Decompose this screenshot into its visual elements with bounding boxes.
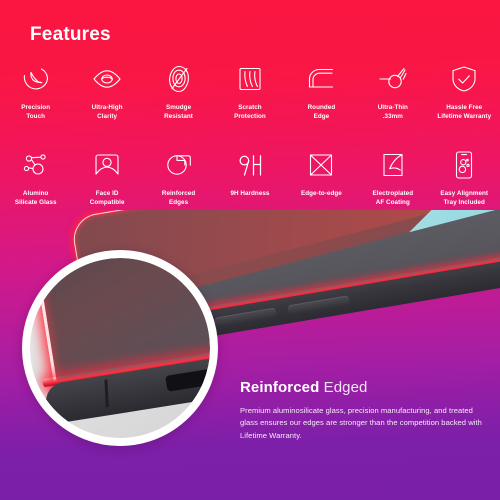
feature-item: Electroplated AF Coating bbox=[357, 148, 428, 207]
caption-title: Reinforced Edged bbox=[240, 378, 488, 397]
feature-label: Rounded Edge bbox=[307, 104, 336, 120]
feature-row-1: Precision Touch Ultra-High Clarity Smudg… bbox=[0, 62, 500, 121]
feature-item: Hassle Free Lifetime Warranty bbox=[429, 62, 500, 121]
feature-label: Reinforced Edges bbox=[161, 190, 196, 206]
feature-label: Electroplated AF Coating bbox=[372, 190, 414, 206]
feature-label: Ultra-Thin .33mm bbox=[377, 104, 408, 120]
feature-label: Scratch Protection bbox=[234, 104, 266, 120]
feature-label: Edge-to-edge bbox=[300, 190, 342, 197]
feature-label: Precision Touch bbox=[21, 104, 51, 120]
feature-label: Alumino Silicate Glass bbox=[14, 190, 57, 206]
caption-block: Reinforced Edged Premium aluminosilicate… bbox=[240, 378, 488, 442]
feature-item: 9H Hardness bbox=[214, 148, 285, 207]
edge-to-edge-icon bbox=[304, 148, 338, 182]
caption-body: Premium aluminosilicate glass, precision… bbox=[240, 406, 482, 440]
feature-row-2: Alumino Silicate Glass Face ID Compatibl… bbox=[0, 148, 500, 207]
face-id-icon bbox=[90, 148, 124, 182]
scratch-protection-icon bbox=[233, 62, 267, 96]
feature-item: Rounded Edge bbox=[286, 62, 357, 121]
phone-corner-closeup bbox=[31, 258, 210, 430]
feature-label: Easy Alignment Tray Included bbox=[440, 190, 489, 206]
precision-touch-icon bbox=[19, 62, 53, 96]
feature-item: Scratch Protection bbox=[214, 62, 285, 121]
feature-label: 9H Hardness bbox=[230, 190, 270, 197]
page-title: Features bbox=[30, 24, 111, 45]
feature-item: Edge-to-edge bbox=[286, 148, 357, 207]
electroplated-coating-icon bbox=[376, 148, 410, 182]
feature-label: Smudge Resistant bbox=[164, 104, 193, 120]
feature-label: Ultra-High Clarity bbox=[91, 104, 123, 120]
caption-title-strong: Reinforced bbox=[240, 379, 320, 396]
feature-item: Alumino Silicate Glass bbox=[0, 148, 71, 207]
fingerprint-smudge-icon bbox=[162, 62, 196, 96]
feature-item: Ultra-High Clarity bbox=[71, 62, 142, 121]
nine-h-hardness-icon bbox=[233, 148, 267, 182]
feature-item: Face ID Compatible bbox=[71, 148, 142, 207]
magnifier-circle bbox=[22, 250, 218, 446]
feature-item: Smudge Resistant bbox=[143, 62, 214, 121]
feature-item: Easy Alignment Tray Included bbox=[429, 148, 500, 207]
feature-item: Reinforced Edges bbox=[143, 148, 214, 207]
shield-check-icon bbox=[447, 62, 481, 96]
rounded-edge-icon bbox=[304, 62, 338, 96]
caption-title-light: Edged bbox=[319, 379, 368, 396]
molecule-icon bbox=[19, 148, 53, 182]
caliper-thin-icon bbox=[376, 62, 410, 96]
product-feature-poster: Features Precision Touch Ultra-High Clar… bbox=[0, 0, 500, 500]
feature-item: Precision Touch bbox=[0, 62, 71, 121]
reinforced-edges-icon bbox=[162, 148, 196, 182]
feature-label: Hassle Free Lifetime Warranty bbox=[437, 104, 492, 120]
alignment-tray-icon bbox=[447, 148, 481, 182]
feature-item: Ultra-Thin .33mm bbox=[357, 62, 428, 121]
feature-label: Face ID Compatible bbox=[89, 190, 125, 206]
eye-clarity-icon bbox=[90, 62, 124, 96]
magnifier-content bbox=[30, 258, 210, 438]
